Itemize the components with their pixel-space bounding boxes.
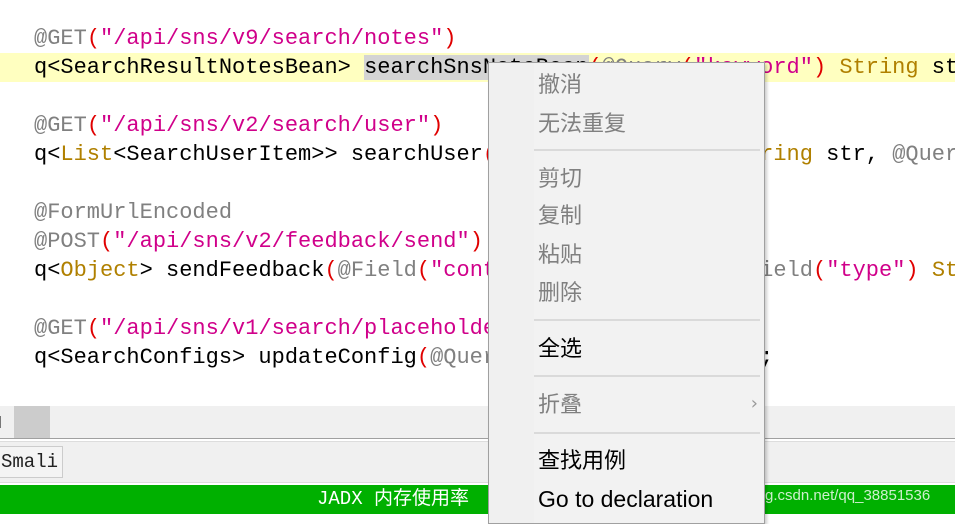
tab-smali[interactable]: Smali (0, 446, 64, 478)
menu-item-copy[interactable]: 复制 (538, 202, 582, 232)
menu-item-find-usages[interactable]: 查找用例 (538, 447, 626, 477)
menu-separator (534, 432, 760, 434)
code-line[interactable] (0, 169, 955, 198)
code-token: ) (443, 26, 457, 51)
tab-fragment[interactable] (0, 416, 4, 428)
code-token: String (839, 55, 919, 80)
code-token: q<SearchResultNotesBean> (34, 55, 365, 80)
code-token: str, (812, 142, 893, 167)
code-token: @Query (892, 142, 955, 167)
editor-tab-bar (0, 406, 955, 439)
code-token: q< (34, 258, 61, 283)
code-token: ( (416, 258, 431, 283)
chevron-right-icon: › (750, 393, 758, 414)
code-token: "/api/sns/v1/search/placeholder" (100, 316, 523, 341)
code-token: ) (905, 258, 919, 283)
code-token: <SearchUserItem>> searchUser (113, 142, 483, 167)
code-token: ) (812, 55, 827, 80)
code-token: List (60, 142, 114, 167)
code-line[interactable] (0, 82, 955, 111)
code-line[interactable]: q<SearchConfigs> updateConfig(@Query("mo… (0, 343, 955, 372)
code-token: "type" (826, 258, 906, 283)
code-line[interactable]: @GET("/api/sns/v2/search/user") (0, 111, 955, 140)
code-line[interactable]: @FormUrlEncoded (0, 198, 955, 227)
code-token: > sendFeedback (139, 258, 325, 283)
menu-item-fold[interactable]: 折叠 (538, 391, 758, 421)
menu-item-redo[interactable]: 无法重复 (538, 110, 626, 140)
code-token: "/api/sns/v9/search/notes" (100, 26, 444, 51)
code-line[interactable]: @GET("/api/sns/v9/search/notes") (0, 24, 955, 53)
code-editor[interactable]: @GET("/api/sns/v9/search/notes") q<Search… (0, 24, 955, 404)
code-line[interactable]: @GET("/api/sns/v1/search/placeholder") (0, 314, 955, 343)
code-line[interactable]: q<List<SearchUserItem>> searchUser(@Quer… (0, 140, 955, 169)
code-token: ( (100, 229, 114, 254)
menu-item-cut[interactable]: 剪切 (538, 165, 582, 195)
code-line[interactable]: q<Object> sendFeedback(@Field("content")… (0, 256, 955, 285)
menu-item-paste[interactable]: 粘贴 (538, 241, 582, 271)
code-token: @FormUrlEncoded (34, 200, 233, 225)
code-token: Object (60, 258, 140, 283)
menu-separator (534, 319, 760, 321)
menu-item-go-to-declaration[interactable]: Go to declaration (538, 484, 713, 514)
code-token: @GET (34, 26, 87, 51)
active-tab[interactable] (14, 406, 50, 438)
code-token: ( (86, 113, 101, 138)
code-token: q<SearchConfigs> updateConfig (34, 345, 417, 370)
code-token: "/api/sns/v2/search/user" (100, 113, 431, 138)
code-token: ( (86, 26, 101, 51)
context-menu: 撤消 无法重复 剪切 复制 粘贴 删除 全选 折叠 › 查找用例 Go to d… (488, 62, 765, 524)
menu-item-fold-label: 折叠 (538, 393, 583, 418)
code-line[interactable] (0, 285, 955, 314)
code-token: @GET (34, 316, 87, 341)
menu-item-select-all[interactable]: 全选 (538, 335, 582, 365)
code-token: @Field (337, 258, 417, 283)
code-token: ) (469, 229, 483, 254)
menu-item-delete[interactable]: 删除 (538, 279, 582, 309)
code-token: String (931, 258, 955, 283)
code-token: str (931, 55, 955, 80)
menu-item-undo[interactable]: 撤消 (538, 71, 582, 101)
menu-gutter (489, 63, 534, 523)
menu-separator (534, 149, 760, 151)
code-token: ( (86, 316, 101, 341)
code-line[interactable]: @POST("/api/sns/v2/feedback/send") (0, 227, 955, 256)
code-token: @POST (34, 229, 101, 254)
code-token: ( (416, 345, 431, 370)
memory-usage-text: JADX 内存使用率 (317, 488, 470, 510)
code-line[interactable]: q<SearchResultNotesBean> searchSnsNoteBe… (0, 53, 955, 82)
code-token: ( (812, 258, 827, 283)
code-token: "/api/sns/v2/feedback/send" (113, 229, 470, 254)
code-token: @GET (34, 113, 87, 138)
code-token: ( (324, 258, 338, 283)
code-token: ) (430, 113, 444, 138)
menu-separator (534, 375, 760, 377)
view-tab-bar: Smali (0, 441, 955, 483)
code-token: q< (34, 142, 61, 167)
